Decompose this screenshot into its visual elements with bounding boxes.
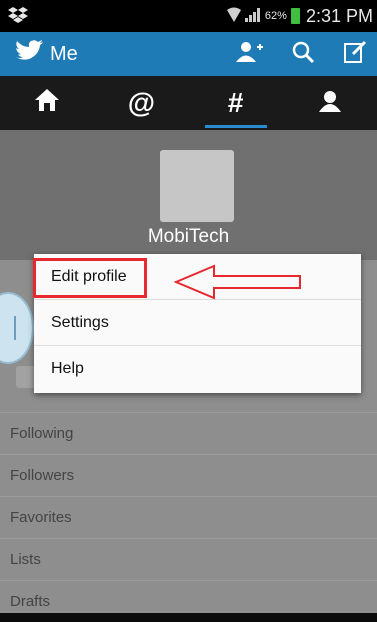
action-bar-title: Me bbox=[50, 42, 78, 65]
dropbox-icon bbox=[8, 6, 28, 29]
tab-home[interactable] bbox=[0, 76, 94, 130]
list-item-followers[interactable]: Followers bbox=[0, 454, 377, 496]
battery-icon bbox=[290, 8, 300, 24]
tab-bar: @ # bbox=[0, 76, 377, 130]
profile-icon bbox=[318, 87, 341, 119]
discover-icon: # bbox=[227, 87, 244, 118]
search-icon[interactable] bbox=[291, 40, 315, 69]
twitter-bird-icon bbox=[14, 39, 44, 69]
list-item-following[interactable]: Following bbox=[0, 412, 377, 454]
add-user-icon[interactable] bbox=[235, 41, 263, 68]
profile-username: MobiTech bbox=[147, 226, 230, 247]
mentions-icon: @ bbox=[127, 87, 156, 118]
battery-percent: 62% bbox=[264, 10, 287, 22]
list-item-drafts[interactable]: Drafts bbox=[0, 580, 377, 622]
list-item-favorites[interactable]: Favorites bbox=[0, 496, 377, 538]
menu-item-help[interactable]: Help bbox=[34, 346, 361, 392]
highlight-box bbox=[33, 258, 147, 298]
tab-discover[interactable]: # bbox=[189, 76, 283, 130]
compose-icon[interactable] bbox=[343, 40, 367, 69]
action-bar: Me bbox=[0, 32, 377, 76]
tab-mentions[interactable]: @ bbox=[94, 76, 188, 130]
home-up-button[interactable]: Me bbox=[14, 32, 78, 76]
list-item-lists[interactable]: Lists bbox=[0, 538, 377, 580]
home-icon bbox=[34, 87, 60, 119]
annotation-arrow bbox=[174, 264, 301, 300]
profile-header: MobiTech bbox=[0, 130, 377, 260]
tab-profile[interactable] bbox=[283, 76, 377, 130]
menu-item-settings[interactable]: Settings bbox=[34, 300, 361, 346]
status-bar: 62% 2:31 PM bbox=[0, 0, 377, 32]
clock: 2:31 PM bbox=[305, 5, 373, 26]
profile-list: Following Followers Favorites Lists Draf… bbox=[0, 412, 377, 622]
signal-icon bbox=[244, 6, 261, 27]
avatar[interactable] bbox=[160, 150, 234, 222]
wifi-icon bbox=[226, 6, 241, 27]
